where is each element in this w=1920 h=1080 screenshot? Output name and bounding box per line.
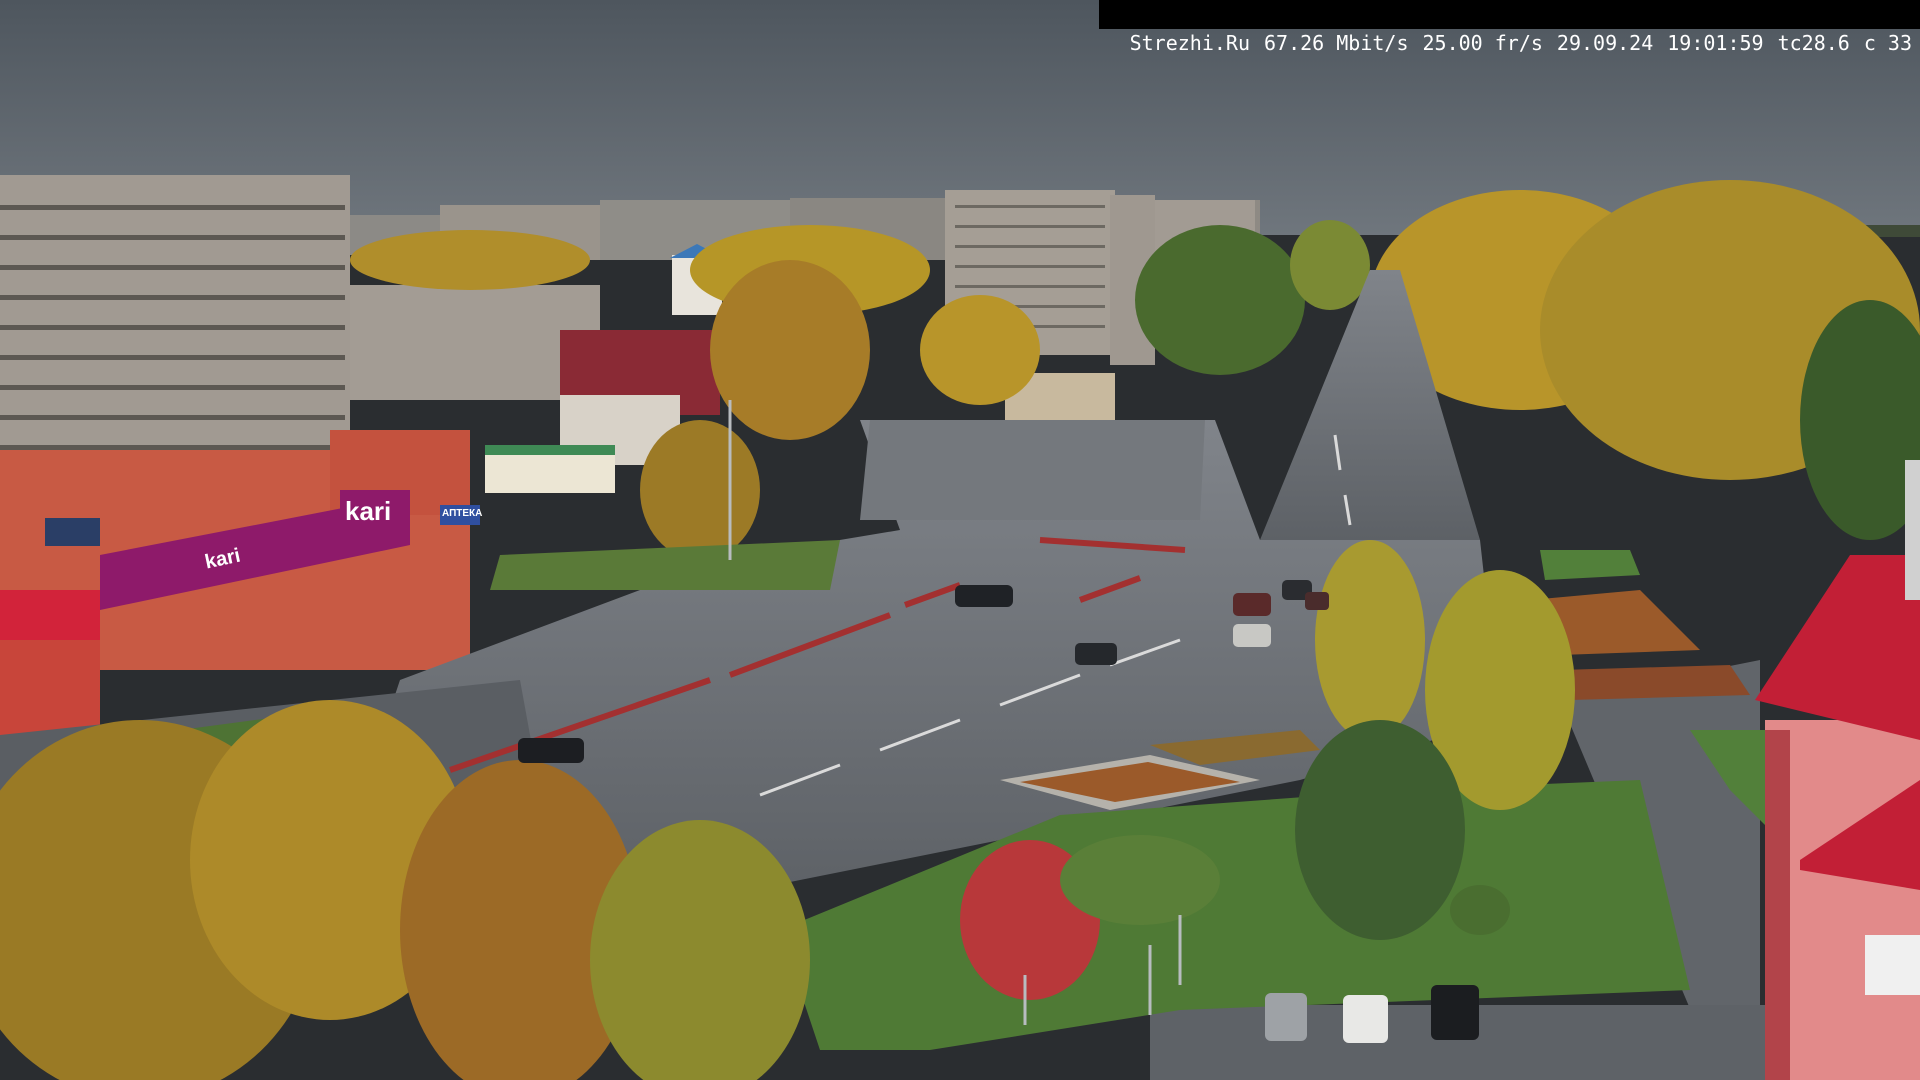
parked-car-black [1431, 985, 1479, 1040]
osd-date: 29.09.24 [1556, 31, 1654, 55]
osd-framerate: 25.00 fr/s [1422, 31, 1543, 55]
osd-site: Strezhi.Ru [1129, 31, 1250, 55]
parked-car-silver [1265, 993, 1307, 1041]
webcam-scene [0, 0, 1920, 1080]
osd-camera: c 33 [1863, 31, 1912, 55]
car-dark-2 [518, 738, 584, 763]
pharmacy-sign: АПТЕКА [442, 508, 483, 519]
osd-bitrate: 67.26 Mbit/s [1264, 31, 1409, 55]
kari-sign: kari [345, 496, 392, 526]
osd-time: 19:01:59 [1667, 31, 1764, 55]
car-dark-5 [1305, 592, 1329, 610]
osd-temperature: tc28.6 [1777, 31, 1850, 55]
car-dark-1 [955, 585, 1013, 607]
car-red-1 [1233, 593, 1271, 616]
right-building [1755, 460, 1920, 1080]
car-dark-3 [1075, 643, 1117, 665]
car-white-1 [1233, 624, 1271, 647]
parked-car-white [1343, 995, 1388, 1043]
camera-osd-overlay: Strezhi.Ru 67.26 Mbit/s 25.00 fr/s 29.09.24… [1099, 0, 1920, 55]
